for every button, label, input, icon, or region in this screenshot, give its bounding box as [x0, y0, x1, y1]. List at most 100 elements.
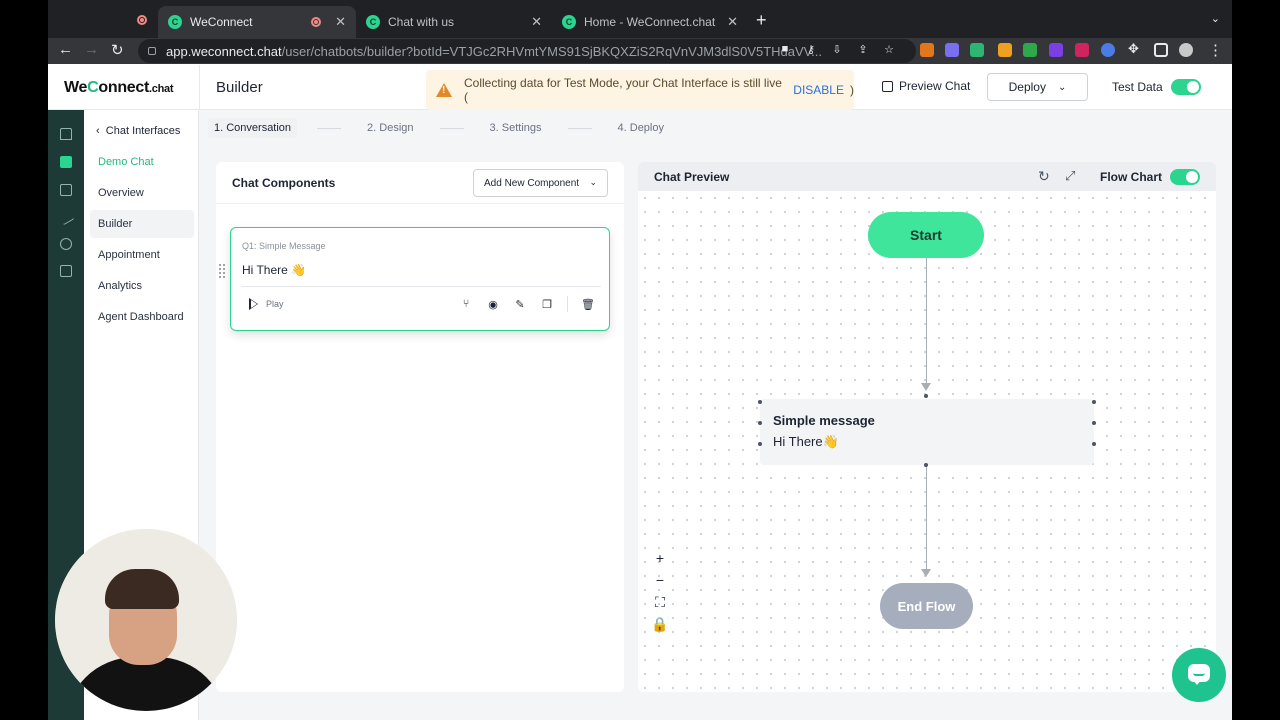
copy-icon[interactable]: ❐	[540, 297, 554, 311]
node-handle[interactable]	[1092, 421, 1096, 425]
browser-toolbar: ← → ↻ app.weconnect.chat /user/chatbots/…	[48, 38, 1232, 64]
forward-arrow-icon[interactable]: →	[84, 41, 99, 58]
sidebar-item-builder[interactable]: Builder	[90, 210, 194, 238]
kebab-menu-icon[interactable]: ⋮	[1208, 41, 1223, 59]
extension-icon[interactable]	[1023, 43, 1037, 57]
close-tab-icon[interactable]: ✕	[531, 14, 542, 30]
flow-chart-toggle[interactable]	[1170, 169, 1200, 185]
banner-text: )	[850, 83, 854, 97]
fit-view-icon[interactable]: ⛶	[650, 591, 670, 613]
branch-icon[interactable]: ⑂	[459, 297, 473, 311]
chevron-down-icon: ⌄	[1057, 81, 1067, 93]
install-icon[interactable]: ⇩	[830, 43, 844, 57]
new-tab-icon[interactable]: +	[756, 10, 767, 31]
node-handle[interactable]	[924, 394, 928, 398]
play-icon	[249, 298, 258, 310]
sidebar-item-analytics[interactable]: Analytics	[90, 272, 194, 300]
eye-icon[interactable]: ◉	[486, 297, 500, 311]
sidebar-item-appointment[interactable]: Appointment	[90, 241, 194, 269]
test-data-toggle[interactable]	[1170, 79, 1201, 95]
simple-message-node[interactable]: Simple message Hi There👋	[760, 399, 1094, 465]
tab-home[interactable]: C Home - WeConnect.chat ✕	[552, 6, 748, 38]
node-text: Hi There👋	[773, 434, 839, 449]
zoom-out-icon[interactable]: −	[650, 569, 670, 591]
step-conversation[interactable]: 1. Conversation	[208, 118, 298, 138]
node-handle[interactable]	[758, 421, 762, 425]
lock-icon[interactable]: 🔒	[650, 613, 670, 635]
sidebar-item-agent-dashboard[interactable]: Agent Dashboard	[90, 303, 194, 331]
chevron-down-icon[interactable]: ⌄	[1211, 12, 1220, 25]
close-tab-icon[interactable]: ✕	[727, 14, 738, 30]
step-connector	[439, 127, 464, 129]
node-title: Simple message	[773, 413, 875, 428]
preview-chat-button[interactable]: Preview Chat	[882, 79, 970, 93]
tab-chat-with-us[interactable]: C Chat with us ✕	[356, 6, 552, 38]
add-component-label: Add New Component	[484, 177, 580, 189]
start-node[interactable]: Start	[868, 212, 984, 258]
key-icon[interactable]: ⚷	[804, 43, 818, 57]
chat-widget-button[interactable]	[1172, 648, 1226, 702]
flow-chart-toggle-group: Flow Chart	[1100, 169, 1200, 185]
node-handle[interactable]	[1092, 442, 1096, 446]
extension-icon[interactable]	[1101, 43, 1115, 57]
sidebar-icon[interactable]	[1154, 43, 1168, 57]
refresh-icon[interactable]: ↻	[1038, 168, 1050, 185]
star-icon[interactable]: ☆	[882, 43, 896, 57]
end-flow-node[interactable]: End Flow	[880, 583, 973, 629]
zoom-in-icon[interactable]: +	[650, 547, 670, 569]
trend-icon[interactable]	[57, 208, 75, 226]
deploy-dropdown[interactable]: Deploy ⌄	[987, 73, 1088, 101]
back-to-chat-interfaces[interactable]: ‹ Chat Interfaces	[96, 125, 180, 137]
share-icon[interactable]: ⇪	[856, 43, 870, 57]
node-handle[interactable]	[758, 400, 762, 404]
tab-weconnect[interactable]: C WeConnect ✕	[158, 6, 356, 38]
extension-icon[interactable]	[998, 43, 1012, 57]
test-mode-banner: Collecting data for Test Mode, your Chat…	[426, 70, 854, 110]
tab-strip: C WeConnect ✕ C Chat with us ✕ C Home - …	[48, 0, 1232, 38]
url-path: /user/chatbots/builder?botId=VTJGc2RHVmt…	[281, 43, 822, 59]
flow-edge	[926, 467, 927, 570]
camera-icon[interactable]: ■	[778, 43, 792, 57]
chat-components-panel: Chat Components Add New Component ⌄ Q1: …	[216, 162, 624, 692]
extension-icon[interactable]	[1049, 43, 1063, 57]
book-icon[interactable]	[60, 265, 72, 277]
layout-icon[interactable]	[60, 184, 72, 196]
component-card[interactable]: Q1: Simple Message Hi There 👋 Play ⑂ ◉ ✎…	[218, 227, 610, 331]
sidebar-item-overview[interactable]: Overview	[90, 179, 194, 207]
trash-icon[interactable]: 🗑	[581, 297, 595, 311]
divider	[567, 296, 568, 312]
step-design[interactable]: 2. Design	[361, 118, 419, 138]
recording-icon	[311, 17, 322, 27]
weconnect-favicon-icon: C	[168, 15, 182, 29]
node-handle[interactable]	[1092, 400, 1096, 404]
home-icon[interactable]	[60, 128, 72, 140]
edit-icon[interactable]: ✎	[513, 297, 527, 311]
extension-icon[interactable]	[1075, 43, 1089, 57]
expand-icon[interactable]: ⤢	[1065, 168, 1075, 184]
puzzle-icon[interactable]: ✥	[1128, 41, 1139, 57]
external-link-icon	[882, 80, 893, 92]
metamask-icon[interactable]	[920, 43, 934, 57]
flow-chart-label: Flow Chart	[1100, 170, 1162, 184]
play-button[interactable]: Play	[249, 298, 284, 310]
chat-icon[interactable]	[60, 156, 72, 168]
user-icon[interactable]	[60, 238, 72, 250]
builder-steps: 1. Conversation 2. Design 3. Settings 4.…	[208, 117, 670, 139]
extension-icon[interactable]	[970, 43, 984, 57]
sidebar-item-demo-chat[interactable]: Demo Chat	[90, 148, 194, 176]
weconnect-favicon-icon: C	[562, 15, 576, 29]
panel-title: Chat Preview	[654, 170, 730, 184]
back-label: Chat Interfaces	[105, 125, 181, 137]
step-deploy[interactable]: 4. Deploy	[612, 118, 670, 138]
step-settings[interactable]: 3. Settings	[484, 118, 548, 138]
extension-icon[interactable]	[945, 43, 959, 57]
flow-canvas[interactable]: Start Simple message Hi There👋 End Flow	[638, 191, 1216, 692]
reload-icon[interactable]: ↻	[111, 41, 124, 59]
node-handle[interactable]	[758, 442, 762, 446]
avatar[interactable]	[1179, 43, 1193, 57]
disable-link[interactable]: DISABLE	[793, 83, 844, 97]
back-arrow-icon[interactable]: ←	[58, 41, 73, 58]
drag-handle-icon[interactable]	[218, 263, 226, 279]
add-new-component-dropdown[interactable]: Add New Component ⌄	[473, 169, 608, 197]
close-tab-icon[interactable]: ✕	[335, 14, 346, 30]
